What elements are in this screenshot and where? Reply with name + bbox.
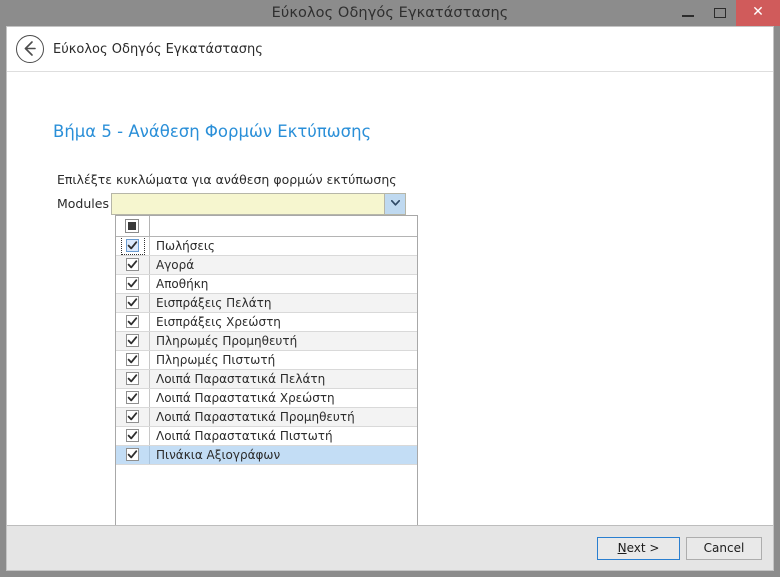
checkbox-checked-icon [126,391,139,404]
checkbox-checked-icon [126,353,139,366]
row-checkbox[interactable] [116,332,150,350]
list-item-label: Αποθήκη [156,277,209,291]
row-checkbox[interactable] [116,313,150,331]
wizard-page: Βήμα 5 - Ανάθεση Φορμών Εκτύπωσης Επιλέξ… [7,72,773,570]
row-checkbox[interactable] [116,294,150,312]
list-item[interactable]: Αποθήκη [116,275,417,294]
list-item[interactable]: Λοιπά Παραστατικά Προμηθευτή [116,408,417,427]
maximize-icon [714,8,726,18]
minimize-icon [682,15,694,17]
checkbox-checked-icon [126,334,139,347]
wizard-nav-bar: Εύκολος Οδηγός Εγκατάστασης [7,27,773,72]
row-checkbox[interactable] [116,256,150,274]
row-checkbox[interactable] [116,427,150,445]
close-icon: ✕ [752,4,764,20]
list-item[interactable]: Λοιπά Παραστατικά Πελάτη [116,370,417,389]
checkbox-checked-icon [126,429,139,442]
modules-label: Modules [57,196,109,211]
application-window: Εύκολος Οδηγός Εγκατάστασης ✕ Εύκολος Οδ… [0,0,780,577]
list-item[interactable]: Πληρωμές Προμηθευτή [116,332,417,351]
dropdown-header-row [116,216,417,237]
checkbox-checked-icon [126,372,139,385]
list-item[interactable]: Εισπράξεις Πελάτη [116,294,417,313]
next-button-label: ext > [626,541,660,555]
list-item-label: Πωλήσεις [156,239,215,253]
list-item[interactable]: Λοιπά Παραστατικά Χρεώστη [116,389,417,408]
list-item[interactable]: Λοιπά Παραστατικά Πιστωτή [116,427,417,446]
list-item-label: Αγορά [156,258,195,272]
checkbox-checked-icon [126,410,139,423]
window-title: Εύκολος Οδηγός Εγκατάστασης [271,5,509,21]
instruction-text: Επιλέξτε κυκλώματα για ανάθεση φορμών εκ… [57,172,397,187]
list-item[interactable]: Πωλήσεις [116,237,417,256]
row-checkbox[interactable] [116,408,150,426]
list-item-label: Πινάκια Αξιογράφων [156,448,281,462]
back-arrow-icon[interactable] [16,35,44,63]
modules-dropdown-panel[interactable]: Πωλήσεις Αγορά Αποθήκη Εισπράξεις Πελάτη Εισ… [115,215,418,570]
page-title: Βήμα 5 - Ανάθεση Φορμών Εκτύπωσης [53,122,372,141]
checkbox-checked-icon [126,448,139,461]
modules-combobox[interactable] [111,193,406,215]
row-checkbox[interactable] [116,351,150,369]
modules-list[interactable]: Πωλήσεις Αγορά Αποθήκη Εισπράξεις Πελάτη Εισ… [116,237,417,544]
list-item[interactable]: Εισπράξεις Χρεώστη [116,313,417,332]
checkbox-indeterminate-icon [125,219,139,233]
checkbox-checked-icon [126,258,139,271]
title-bar: Εύκολος Οδηγός Εγκατάστασης ✕ [0,0,780,26]
checkbox-checked-icon [126,296,139,309]
list-item-label: Λοιπά Παραστατικά Πιστωτή [156,429,333,443]
chevron-down-icon[interactable] [384,194,405,214]
dropdown-header-name-cell [150,216,417,236]
dialog-footer: Next > Cancel [7,525,773,570]
minimize-button[interactable] [672,0,704,26]
checkbox-checked-icon [126,239,139,252]
checkbox-checked-icon [126,315,139,328]
select-all-checkbox[interactable] [116,216,150,236]
list-item[interactable]: Πληρωμές Πιστωτή [116,351,417,370]
list-item-label: Λοιπά Παραστατικά Προμηθευτή [156,410,355,424]
cancel-button[interactable]: Cancel [686,537,762,560]
list-item-label: Πληρωμές Πιστωτή [156,353,276,367]
list-item[interactable]: Πινάκια Αξιογράφων [116,446,417,465]
maximize-button[interactable] [704,0,736,26]
list-item[interactable]: Αγορά [116,256,417,275]
list-item-label: Εισπράξεις Πελάτη [156,296,272,310]
row-checkbox[interactable] [116,275,150,293]
row-checkbox[interactable] [116,389,150,407]
close-button[interactable]: ✕ [736,0,780,26]
row-checkbox[interactable] [116,370,150,388]
row-checkbox[interactable] [116,446,150,464]
list-item-label: Λοιπά Παραστατικά Πελάτη [156,372,326,386]
next-button-accelerator: N [617,541,627,555]
row-checkbox[interactable] [116,237,150,255]
checkbox-checked-icon [126,277,139,290]
next-button[interactable]: Next > [597,537,680,560]
nav-bar-title: Εύκολος Οδηγός Εγκατάστασης [53,42,263,57]
list-item-label: Εισπράξεις Χρεώστη [156,315,281,329]
list-item-label: Πληρωμές Προμηθευτή [156,334,298,348]
list-item-label: Λοιπά Παραστατικά Χρεώστη [156,391,335,405]
dialog-client-area: Εύκολος Οδηγός Εγκατάστασης Βήμα 5 - Ανά… [6,26,774,571]
